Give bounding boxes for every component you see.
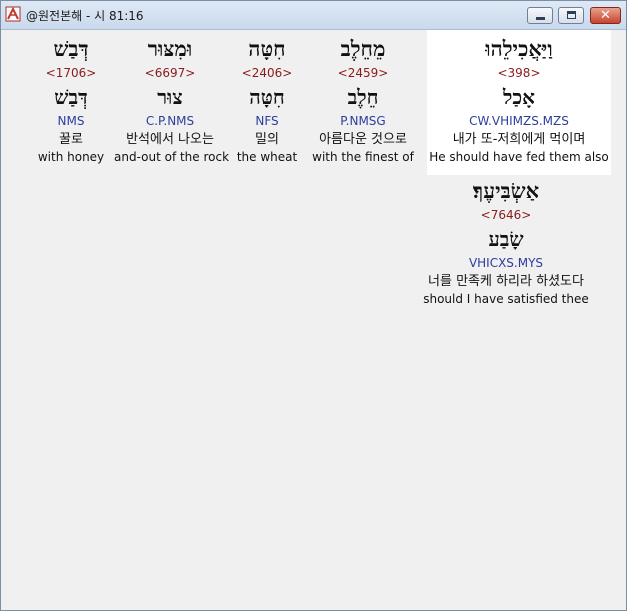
morphology-code: C.P.NMS (145, 114, 195, 128)
strong-number-link[interactable]: <398> (427, 64, 611, 82)
word-block[interactable]: אַשְׂבִּיעֶךָ׃ <7646> שָׂבַע VHICXS.MYS … (407, 172, 605, 317)
close-button[interactable]: ✕ (590, 7, 621, 24)
strong-number-link[interactable]: <2406> (234, 64, 300, 82)
title-bar[interactable]: @원전본해 - 시 81:16 ✕ (1, 1, 626, 30)
word-block[interactable]: וּמִצּוּר <6697> צוּר C.P.NMS 반석에서 나오는 a… (114, 30, 230, 175)
english-gloss: the wheat (236, 150, 298, 164)
strong-number-link[interactable]: <1706> (34, 64, 108, 82)
strong-number-link[interactable]: <2459> (307, 64, 419, 82)
english-gloss: and-out of the rock (114, 150, 230, 164)
korean-gloss: 내가 또-저희에게 먹이며 (452, 132, 586, 147)
hebrew-word: וּמִצּוּר (147, 36, 193, 61)
hebrew-word: וַיַּאֲכִילֵהוּ (485, 36, 553, 61)
strong-number-link[interactable]: <6697> (114, 64, 226, 82)
morphology-code: VHICXS.MYS (468, 256, 544, 270)
lemma-word: חֵלֶב (347, 85, 379, 109)
app-window: @원전본해 - 시 81:16 ✕ וַיַּאֲכִילֵהוּ <398> … (0, 0, 627, 611)
lemma-word: דְּבַשׁ (54, 85, 88, 109)
word-block[interactable]: וַיַּאֲכִילֵהוּ <398> אָכַל CW.VHIMZS.MZ… (427, 30, 611, 175)
english-gloss: with the finest of (312, 150, 414, 164)
lemma-word: צוּר (157, 85, 183, 109)
hebrew-word: מֵחֵלֶב (340, 36, 386, 61)
korean-gloss: 아름다운 것으로 (319, 132, 407, 147)
morphology-code: NMS (57, 114, 85, 128)
maximize-icon (567, 11, 576, 19)
strong-number-link[interactable]: <7646> (407, 206, 605, 224)
word-block[interactable]: דְּבַשׁ <1706> דְּבַשׁ NMS 꿀로 with honey (34, 30, 108, 175)
morphology-code: NFS (255, 114, 279, 128)
english-gloss: He should have fed them also (429, 150, 609, 164)
english-gloss: should I have satisfied thee (423, 292, 589, 306)
korean-gloss: 반석에서 나오는 (126, 132, 214, 147)
hebrew-word: אַשְׂבִּיעֶךָ׃ (472, 178, 540, 203)
minimize-icon (536, 17, 545, 20)
english-gloss: with honey (37, 150, 105, 164)
morphology-code: P.NMSG (340, 114, 386, 128)
minimize-button[interactable] (527, 7, 553, 24)
word-block[interactable]: מֵחֵלֶב <2459> חֵלֶב P.NMSG 아름다운 것으로 wit… (307, 30, 419, 175)
hebrew-word: דְּבַשׁ (53, 36, 89, 61)
app-logo-icon (5, 6, 21, 22)
korean-gloss: 너를 만족케 하리라 하셨도다 (428, 274, 584, 289)
window-title: @원전본해 - 시 81:16 (26, 9, 144, 23)
korean-gloss: 꿀로 (59, 132, 83, 147)
morphology-code: CW.VHIMZS.MZS (469, 114, 569, 128)
close-icon: ✕ (600, 8, 611, 23)
lemma-word: אָכַל (503, 85, 535, 109)
word-block[interactable]: חִטָּה <2406> חִטָּה NFS 밀의 the wheat (234, 30, 300, 175)
hebrew-word: חִטָּה (248, 36, 286, 61)
korean-gloss: 밀의 (255, 132, 279, 147)
lemma-word: חִטָּה (249, 85, 285, 109)
interlinear-view: וַיַּאֲכִילֵהוּ <398> אָכַל CW.VHIMZS.MZ… (1, 30, 626, 610)
lemma-word: שָׂבַע (488, 227, 524, 251)
maximize-button[interactable] (558, 7, 584, 24)
